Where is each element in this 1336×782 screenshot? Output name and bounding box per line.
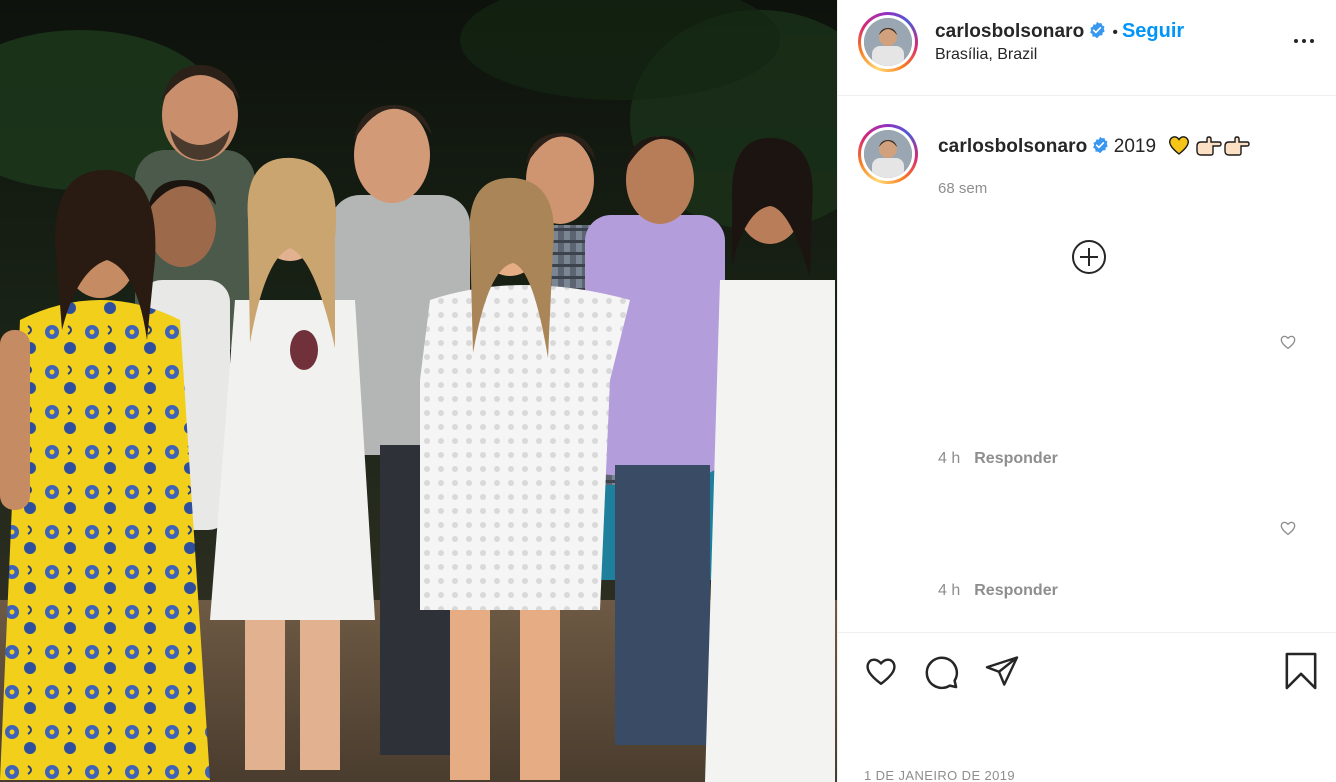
comment-time[interactable]: 4 h bbox=[938, 450, 960, 467]
header-identity: carlosbolsonaro • Seguir bbox=[935, 20, 1184, 44]
caption-time-ago[interactable]: 68 sem bbox=[938, 180, 987, 197]
caption-username[interactable]: carlosbolsonaro bbox=[938, 136, 1087, 157]
reply-button[interactable]: Responder bbox=[974, 450, 1058, 467]
post-date[interactable]: 1 DE JANEIRO DE 2019 bbox=[864, 768, 1015, 782]
share-icon[interactable] bbox=[984, 653, 1020, 694]
post-photo-illustration bbox=[0, 0, 837, 782]
comment-meta-2: 4 h Responder bbox=[938, 582, 1058, 600]
header-separator: • bbox=[1112, 24, 1118, 41]
plus-circle-icon[interactable] bbox=[1071, 239, 1107, 275]
caption-emojis bbox=[1167, 133, 1251, 162]
comment-icon[interactable] bbox=[922, 653, 960, 696]
caption-line: carlosbolsonaro 2019 bbox=[938, 133, 1251, 162]
header-avatar[interactable] bbox=[858, 12, 918, 72]
pointing-right-emoji-icon-2 bbox=[1223, 136, 1250, 156]
header-username[interactable]: carlosbolsonaro bbox=[935, 21, 1084, 42]
reply-button-2[interactable]: Responder bbox=[974, 582, 1058, 599]
caption-text: 2019 bbox=[1113, 136, 1157, 157]
post-photo[interactable] bbox=[0, 0, 837, 782]
comment-like-heart-icon-2[interactable] bbox=[1279, 519, 1297, 542]
more-options-icon[interactable] bbox=[1293, 30, 1315, 52]
caption-avatar-image bbox=[864, 130, 912, 178]
bookmark-icon[interactable] bbox=[1284, 651, 1318, 696]
post-side-panel: carlosbolsonaro • Seguir Brasília, Brazil … bbox=[837, 0, 1336, 782]
comment-meta: 4 h Responder bbox=[938, 450, 1058, 468]
comment-like-heart-icon[interactable] bbox=[1279, 333, 1297, 356]
post-actions: 1 DE JANEIRO DE 2019 bbox=[838, 632, 1336, 782]
comment-time-2[interactable]: 4 h bbox=[938, 582, 960, 599]
caption-verified-badge-icon bbox=[1091, 136, 1109, 159]
header-location[interactable]: Brasília, Brazil bbox=[935, 46, 1037, 64]
caption-avatar[interactable] bbox=[858, 124, 918, 184]
follow-button[interactable]: Seguir bbox=[1122, 20, 1184, 42]
pointing-right-emoji-icon bbox=[1195, 136, 1222, 156]
verified-badge-icon bbox=[1088, 21, 1106, 44]
yellow-heart-emoji-icon bbox=[1168, 136, 1189, 155]
post-header: carlosbolsonaro • Seguir Brasília, Brazil bbox=[838, 0, 1336, 96]
avatar-image bbox=[864, 18, 912, 66]
heart-icon[interactable] bbox=[862, 653, 900, 694]
